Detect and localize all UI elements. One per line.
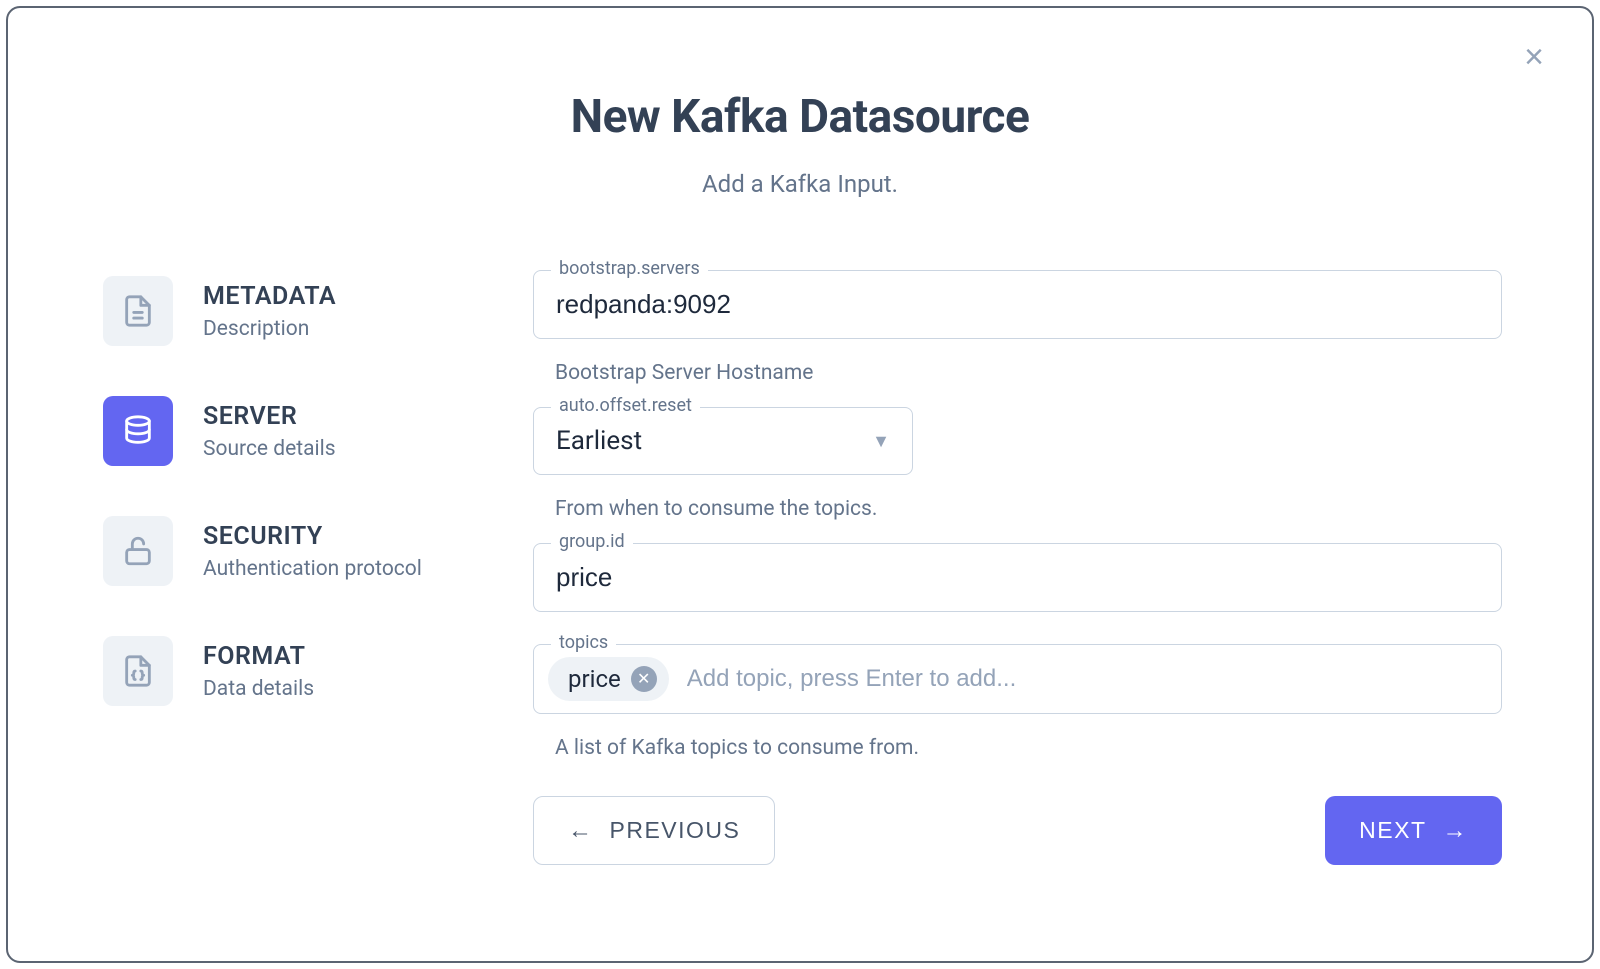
select-value: Earliest [556, 426, 642, 456]
step-title: METADATA [203, 282, 336, 311]
wizard-footer: ← PREVIOUS NEXT → [533, 796, 1502, 865]
step-title: FORMAT [203, 642, 314, 671]
button-label: PREVIOUS [610, 817, 741, 844]
chip-label: price [568, 665, 621, 693]
lock-icon [103, 516, 173, 586]
step-format[interactable]: FORMAT Data details [103, 636, 433, 706]
topic-chip: price ✕ [548, 657, 669, 701]
arrow-left-icon: ← [568, 819, 594, 843]
dialog-title: New Kafka Datasource [8, 90, 1592, 144]
chevron-down-icon: ▼ [872, 431, 890, 452]
field-label: bootstrap.servers [551, 258, 708, 279]
previous-button[interactable]: ← PREVIOUS [533, 796, 775, 865]
field-label: group.id [551, 531, 633, 552]
chip-remove-icon[interactable]: ✕ [631, 666, 657, 692]
dialog-subtitle: Add a Kafka Input. [8, 170, 1592, 198]
braces-file-icon [103, 636, 173, 706]
step-subtitle: Authentication protocol [203, 557, 422, 581]
step-text: FORMAT Data details [203, 636, 314, 701]
field-label: auto.offset.reset [551, 395, 700, 416]
step-title: SECURITY [203, 522, 422, 551]
step-subtitle: Data details [203, 677, 314, 701]
step-security[interactable]: SECURITY Authentication protocol [103, 516, 433, 586]
bootstrap-servers-help: Bootstrap Server Hostname [555, 361, 1502, 385]
close-icon: × [1524, 38, 1544, 76]
database-icon [103, 396, 173, 466]
group-id-field: group.id [533, 543, 1502, 612]
next-button[interactable]: NEXT → [1325, 796, 1502, 865]
step-text: METADATA Description [203, 276, 336, 341]
step-metadata[interactable]: METADATA Description [103, 276, 433, 346]
auto-offset-reset-select[interactable]: Earliest ▼ [533, 407, 913, 475]
topics-input[interactable] [683, 659, 1487, 699]
group-id-input[interactable] [533, 543, 1502, 612]
arrow-right-icon: → [1443, 819, 1469, 843]
step-server[interactable]: SERVER Source details [103, 396, 433, 466]
topics-field: topics price ✕ [533, 644, 1502, 714]
step-text: SERVER Source details [203, 396, 336, 461]
close-button[interactable]: × [1524, 40, 1544, 74]
file-icon [103, 276, 173, 346]
bootstrap-servers-field: bootstrap.servers [533, 270, 1502, 339]
dialog-header: New Kafka Datasource Add a Kafka Input. [8, 8, 1592, 198]
steps-sidebar: METADATA Description SERVER Source detai… [103, 270, 433, 865]
modal-dialog: × New Kafka Datasource Add a Kafka Input… [6, 6, 1594, 963]
topics-chipbox[interactable]: price ✕ [533, 644, 1502, 714]
auto-offset-reset-field: auto.offset.reset Earliest ▼ [533, 407, 913, 475]
server-form: bootstrap.servers Bootstrap Server Hostn… [533, 270, 1502, 865]
step-title: SERVER [203, 402, 336, 431]
button-label: NEXT [1359, 817, 1426, 844]
auto-offset-reset-help: From when to consume the topics. [555, 497, 1502, 521]
step-text: SECURITY Authentication protocol [203, 516, 422, 581]
step-subtitle: Source details [203, 437, 336, 461]
bootstrap-servers-input[interactable] [533, 270, 1502, 339]
field-label: topics [551, 632, 616, 653]
dialog-content: METADATA Description SERVER Source detai… [8, 198, 1592, 865]
step-subtitle: Description [203, 317, 336, 341]
topics-help: A list of Kafka topics to consume from. [555, 736, 1502, 760]
